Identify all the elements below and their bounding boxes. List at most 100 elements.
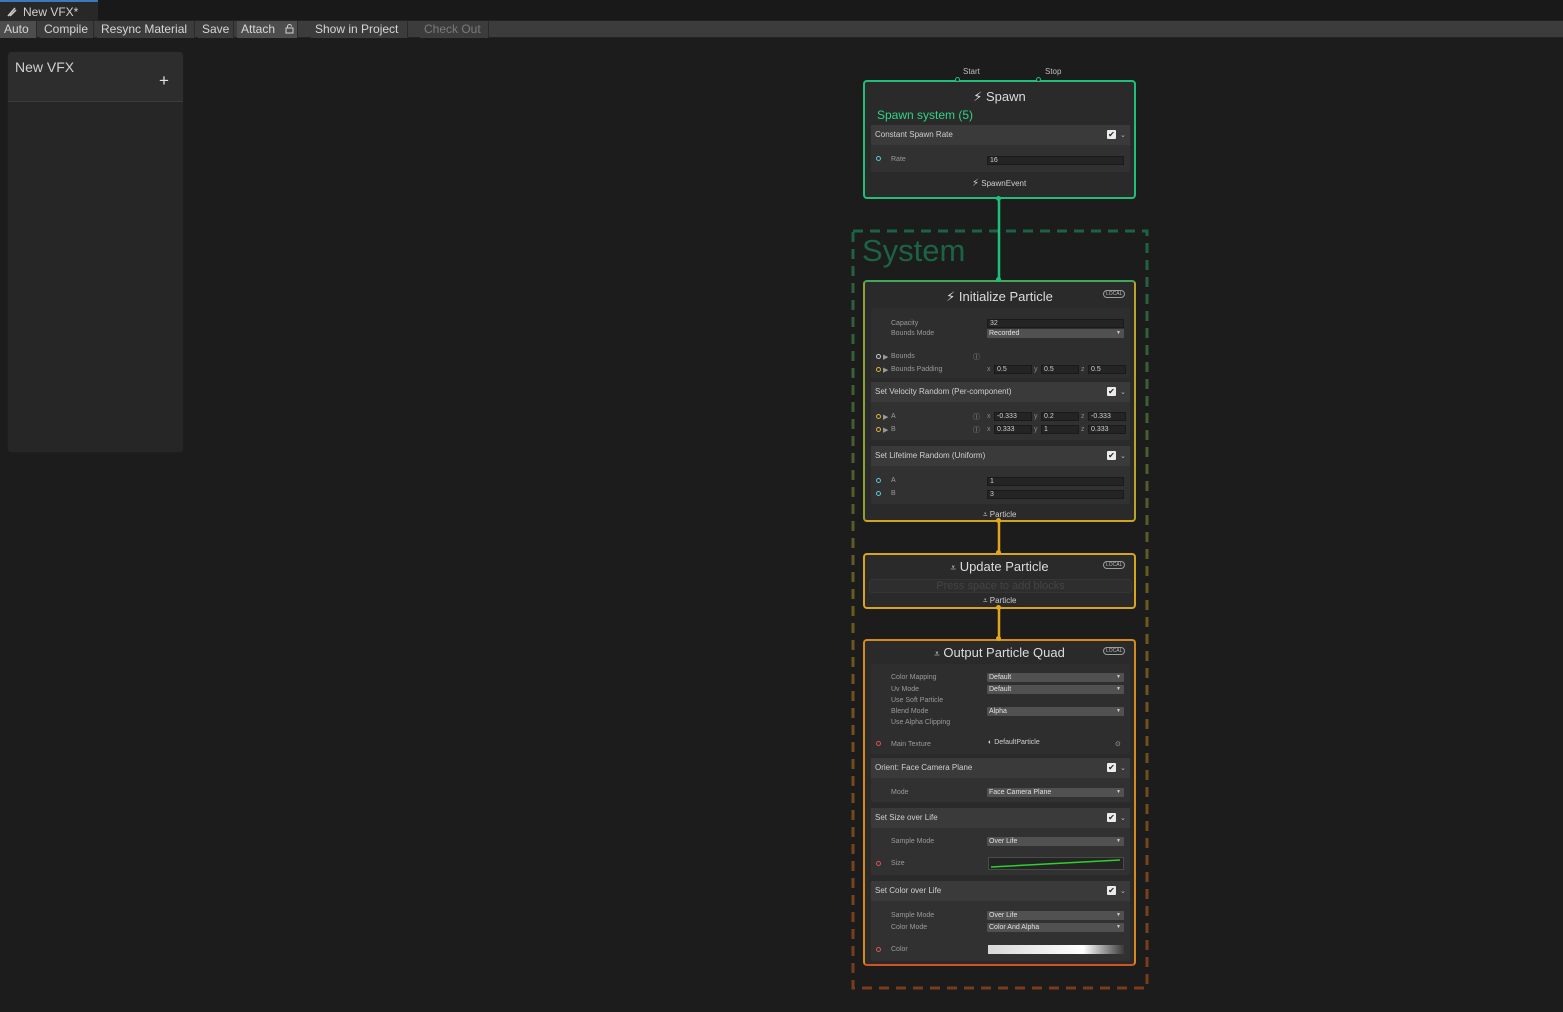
rate-field[interactable]: 16 bbox=[987, 156, 1124, 165]
color-mode-dropdown[interactable]: Color And Alpha bbox=[987, 923, 1124, 932]
set-size-over-life-block[interactable]: Set Size over Life ✔ ⌄ Sample Mode Over … bbox=[871, 808, 1130, 875]
set-velocity-random-block[interactable]: Set Velocity Random (Per-component) ✔ ⌄ … bbox=[871, 382, 1130, 440]
initialize-particle-context[interactable]: ⚡ Initialize Particle LOCAL Capacity 32 … bbox=[863, 280, 1136, 522]
add-blocks-placeholder[interactable]: Press space to add blocks bbox=[869, 579, 1132, 593]
color-sample-mode-dropdown[interactable]: Over Life bbox=[987, 911, 1124, 920]
update-input-flow-port[interactable] bbox=[996, 550, 1001, 555]
velocity-a-y[interactable]: 0.2 bbox=[1041, 412, 1079, 421]
init-output-flow-port[interactable] bbox=[996, 518, 1001, 523]
uv-mode-dropdown[interactable]: Default bbox=[987, 685, 1124, 694]
start-port[interactable] bbox=[955, 77, 960, 82]
block-enabled-checkbox[interactable]: ✔ bbox=[1107, 763, 1116, 772]
init-settings: Capacity 32 Bounds Mode Recorded ▶ Bound… bbox=[871, 308, 1130, 378]
spawn-context[interactable]: ⚡ Spawn Spawn system (5) Constant Spawn … bbox=[863, 80, 1136, 199]
spawn-subtitle: Spawn system (5) bbox=[877, 108, 974, 122]
init-input-flow-port[interactable] bbox=[996, 277, 1001, 282]
bounds-padding-slot[interactable] bbox=[876, 367, 881, 372]
velocity-a-slot[interactable] bbox=[876, 414, 881, 419]
velocity-b-slot[interactable] bbox=[876, 427, 881, 432]
chevron-down-icon[interactable]: ⌄ bbox=[1120, 452, 1126, 460]
velocity-a-z[interactable]: -0.333 bbox=[1088, 412, 1126, 421]
update-output-flow-port[interactable] bbox=[996, 605, 1001, 610]
block-enabled-checkbox[interactable]: ✔ bbox=[1107, 451, 1116, 460]
stop-port[interactable] bbox=[1036, 77, 1041, 82]
spawn-title: Spawn bbox=[986, 89, 1026, 104]
main-texture-slot[interactable] bbox=[876, 741, 881, 746]
block-header: Set Lifetime Random (Uniform) ✔ ⌄ bbox=[871, 446, 1130, 466]
block-header: Orient: Face Camera Plane ✔ ⌄ bbox=[871, 758, 1130, 778]
color-slot[interactable] bbox=[876, 947, 881, 952]
velocity-a-expand-icon[interactable]: ▶ bbox=[883, 413, 888, 421]
chevron-down-icon[interactable]: ⌄ bbox=[1120, 764, 1126, 772]
velocity-b-expand-icon[interactable]: ▶ bbox=[883, 426, 888, 434]
bolt-icon: ⚡ bbox=[946, 289, 956, 304]
velocity-a-label: A bbox=[891, 413, 896, 420]
orient-mode-dropdown[interactable]: Face Camera Plane bbox=[987, 788, 1124, 797]
output-particle-quad-context[interactable]: ⩡ Output Particle Quad LOCAL Color Mappi… bbox=[863, 639, 1136, 966]
spawn-output-label: SpawnEvent bbox=[981, 179, 1027, 188]
local-space-badge[interactable]: LOCAL bbox=[1103, 647, 1126, 655]
lifetime-a-slot[interactable] bbox=[876, 478, 881, 483]
input-slot[interactable] bbox=[876, 156, 881, 161]
space-icon[interactable]: ⓛ bbox=[973, 352, 980, 362]
block-enabled-checkbox[interactable]: ✔ bbox=[1107, 886, 1116, 895]
update-output-label: Particle bbox=[989, 596, 1017, 605]
block-title: Set Velocity Random (Per-component) bbox=[875, 387, 1012, 396]
orient-mode-label: Mode bbox=[891, 789, 909, 796]
bounds-label: Bounds bbox=[891, 353, 915, 360]
set-color-over-life-block[interactable]: Set Color over Life ✔ ⌄ Sample Mode Over… bbox=[871, 881, 1130, 961]
lifetime-b-slot[interactable] bbox=[876, 491, 881, 496]
chevron-down-icon[interactable]: ⌄ bbox=[1120, 887, 1126, 895]
axis-x-label: x bbox=[987, 366, 991, 373]
bounds-padding-expand-icon[interactable]: ▶ bbox=[883, 366, 888, 374]
main-texture-field[interactable]: ◐ DefaultParticle bbox=[988, 739, 1125, 749]
bounds-mode-dropdown[interactable]: Recorded bbox=[987, 329, 1124, 338]
color-mapping-dropdown[interactable]: Default bbox=[987, 673, 1124, 682]
block-enabled-checkbox[interactable]: ✔ bbox=[1107, 130, 1116, 139]
capacity-label: Capacity bbox=[891, 320, 919, 327]
init-title-row: ⚡ Initialize Particle bbox=[865, 289, 1134, 305]
size-slot[interactable] bbox=[876, 861, 881, 866]
bounds-padding-x[interactable]: 0.5 bbox=[994, 365, 1032, 374]
chevron-down-icon[interactable]: ⌄ bbox=[1120, 131, 1126, 139]
bounds-padding-y[interactable]: 0.5 bbox=[1041, 365, 1079, 374]
size-sample-mode-dropdown[interactable]: Over Life bbox=[987, 837, 1124, 846]
spawn-output-port[interactable]: ⚡ SpawnEvent bbox=[972, 178, 1026, 189]
update-particle-context[interactable]: ⩡ Update Particle LOCAL Press space to a… bbox=[863, 553, 1136, 609]
lifetime-b-field[interactable]: 3 bbox=[987, 490, 1124, 499]
particle-icon: ⩡ bbox=[983, 510, 988, 519]
size-curve-field[interactable] bbox=[988, 857, 1124, 870]
block-enabled-checkbox[interactable]: ✔ bbox=[1107, 387, 1116, 396]
velocity-b-z[interactable]: 0.333 bbox=[1088, 425, 1126, 434]
spawn-output-flow-port[interactable] bbox=[996, 196, 1001, 201]
velocity-b-y[interactable]: 1 bbox=[1041, 425, 1079, 434]
init-title: Initialize Particle bbox=[958, 289, 1053, 304]
space-icon[interactable]: ⓛ bbox=[973, 412, 980, 422]
lifetime-a-field[interactable]: 1 bbox=[987, 477, 1124, 486]
bounds-slot[interactable] bbox=[876, 354, 881, 359]
texture-icon: ◐ bbox=[988, 739, 993, 746]
local-space-badge[interactable]: LOCAL bbox=[1103, 561, 1126, 569]
color-gradient-field[interactable] bbox=[988, 945, 1124, 954]
bounds-padding-z[interactable]: 0.5 bbox=[1088, 365, 1126, 374]
set-lifetime-random-block[interactable]: Set Lifetime Random (Uniform) ✔ ⌄ A 1 B … bbox=[871, 446, 1130, 504]
output-input-flow-port[interactable] bbox=[996, 636, 1001, 641]
graph-edges bbox=[851, 199, 1149, 990]
velocity-b-x[interactable]: 0.333 bbox=[994, 425, 1032, 434]
constant-spawn-rate-block[interactable]: Constant Spawn Rate ✔ ⌄ Rate 16 bbox=[871, 125, 1130, 172]
chevron-down-icon[interactable]: ⌄ bbox=[1120, 814, 1126, 822]
use-alpha-clipping-label: Use Alpha Clipping bbox=[891, 719, 951, 726]
blend-mode-dropdown[interactable]: Alpha bbox=[987, 707, 1124, 716]
object-picker-icon[interactable]: ⊙ bbox=[1115, 740, 1121, 748]
velocity-a-x[interactable]: -0.333 bbox=[994, 412, 1032, 421]
local-space-badge[interactable]: LOCAL bbox=[1103, 290, 1126, 298]
chevron-down-icon[interactable]: ⌄ bbox=[1120, 388, 1126, 396]
axis-x-label: x bbox=[987, 426, 991, 433]
space-icon[interactable]: ⓛ bbox=[973, 425, 980, 435]
block-enabled-checkbox[interactable]: ✔ bbox=[1107, 813, 1116, 822]
particle-icon: ⩡ bbox=[983, 596, 988, 605]
bounds-expand-icon[interactable]: ▶ bbox=[883, 353, 888, 361]
capacity-field[interactable]: 32 bbox=[987, 319, 1124, 328]
block-title: Constant Spawn Rate bbox=[875, 130, 953, 139]
orient-block[interactable]: Orient: Face Camera Plane ✔ ⌄ Mode Face … bbox=[871, 758, 1130, 802]
